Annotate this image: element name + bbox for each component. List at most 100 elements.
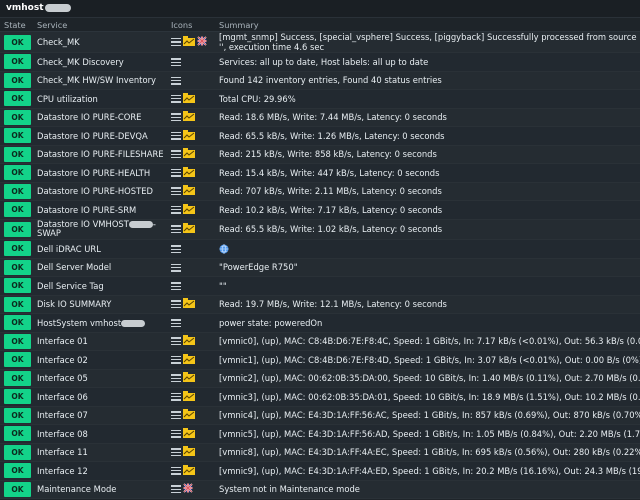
service-name[interactable]: Interface 12 [37, 466, 88, 476]
state-badge[interactable]: OK [4, 34, 31, 50]
service-name[interactable]: Datastore IO PURE-HEALTH [37, 168, 150, 178]
service-name[interactable]: Check_MK [37, 37, 80, 47]
service-row[interactable]: OK Interface 02 [vmnic1], (up), MAC: C8:4B… [0, 350, 640, 370]
globe-icon[interactable] [219, 244, 229, 254]
menu-icon[interactable] [171, 429, 181, 438]
service-name[interactable]: Interface 02 [37, 355, 88, 365]
menu-icon[interactable] [171, 94, 181, 103]
state-badge[interactable]: OK [4, 72, 31, 88]
service-row[interactable]: OK Check_MK Discovery Services: all up to … [0, 52, 640, 72]
pnp-graph-icon[interactable] [183, 148, 195, 160]
service-name[interactable]: Interface 05 [37, 373, 88, 383]
pnp-graph-icon[interactable] [183, 372, 195, 384]
menu-icon[interactable] [171, 282, 181, 291]
service-row[interactable]: OK Interface 12 [vmnic9], (up), MAC: E4:3D… [0, 461, 640, 481]
service-row[interactable]: OK Interface 08 [vmnic5], (up), MAC: E4:3D… [0, 424, 640, 444]
menu-icon[interactable] [171, 300, 181, 309]
menu-icon[interactable] [171, 263, 181, 272]
menu-icon[interactable] [171, 58, 181, 67]
state-badge[interactable]: OK [4, 333, 31, 349]
state-badge[interactable]: OK [4, 91, 31, 107]
pnp-graph-icon[interactable] [183, 427, 195, 440]
service-row[interactable]: OK Interface 01 [vmnic0], (up), MAC: C8:4B… [0, 332, 640, 351]
service-name[interactable]: HostSystem vmhost [37, 318, 121, 328]
menu-icon[interactable] [171, 355, 181, 364]
service-name[interactable]: Interface 08 [37, 429, 88, 439]
state-badge[interactable]: OK [4, 389, 31, 405]
state-badge[interactable]: OK [4, 183, 31, 199]
state-badge[interactable]: OK [4, 296, 31, 312]
pnp-graph-icon[interactable] [183, 446, 195, 458]
service-name[interactable]: Datastore IO PURE-CORE [37, 112, 141, 122]
menu-icon[interactable] [171, 168, 181, 177]
pnp-graph-icon[interactable] [183, 335, 195, 347]
menu-icon[interactable] [171, 131, 181, 140]
pnp-graph-icon[interactable] [183, 390, 195, 403]
state-badge[interactable]: OK [4, 315, 31, 331]
flag-icon[interactable] [197, 36, 207, 48]
service-row[interactable]: OK HostSystem vmhost power state: poweredO… [0, 313, 640, 333]
host-name[interactable]: vmhost [6, 3, 44, 13]
menu-icon[interactable] [171, 374, 181, 383]
state-badge[interactable]: OK [4, 128, 31, 144]
service-name[interactable]: Dell iDRAC URL [37, 244, 101, 254]
state-badge[interactable]: OK [4, 165, 31, 181]
service-row[interactable]: OK CPU utilization Total CPU: 29.96% [0, 89, 640, 109]
menu-icon[interactable] [171, 392, 181, 401]
menu-icon[interactable] [171, 205, 181, 214]
state-badge[interactable]: OK [4, 202, 31, 218]
service-name[interactable]: Interface 01 [37, 336, 88, 346]
menu-icon[interactable] [171, 337, 181, 346]
pnp-graph-icon[interactable] [183, 185, 195, 197]
service-row[interactable]: OK Interface 05 [vmnic2], (up), MAC: 00:62… [0, 369, 640, 388]
service-row[interactable]: OK Datastore IO PURE-DEVQA Read: 65.5 kB/s… [0, 126, 640, 146]
service-row[interactable]: OK Disk IO SUMMARY Read: 19.7 MB/s, Write:… [0, 295, 640, 314]
menu-icon[interactable] [171, 150, 181, 159]
menu-icon[interactable] [171, 76, 181, 85]
service-row[interactable]: OK Maintenance Mode System not in Maintena… [0, 480, 640, 499]
service-row[interactable]: OK Datastore IO PURE-CORE Read: 18.6 MB/s,… [0, 108, 640, 127]
menu-icon[interactable] [171, 411, 181, 420]
service-row[interactable]: OK Datastore IO PURE-SRM Read: 10.2 kB/s, … [0, 200, 640, 220]
pnp-graph-icon[interactable] [183, 464, 195, 477]
service-name[interactable]: Datastore IO PURE-DEVQA [37, 131, 148, 141]
service-row[interactable]: OK Check_MK [mgmt_snmp] Success, [special_… [0, 31, 640, 53]
service-row[interactable]: OK Interface 07 [vmnic4], (up), MAC: E4:3D… [0, 406, 640, 425]
service-name[interactable]: Dell Service Tag [37, 281, 104, 291]
menu-icon[interactable] [171, 466, 181, 475]
service-name[interactable]: Datastore IO PURE-FILESHARE [37, 149, 164, 159]
service-row[interactable]: OK Dell Server Model "PowerEdge R750" [0, 258, 640, 277]
state-badge[interactable]: OK [4, 109, 31, 125]
column-state[interactable]: State [0, 18, 33, 32]
state-badge[interactable]: OK [4, 54, 31, 70]
state-badge[interactable]: OK [4, 241, 31, 257]
state-badge[interactable]: OK [4, 278, 31, 294]
pnp-graph-icon[interactable] [183, 409, 195, 421]
menu-icon[interactable] [171, 38, 181, 46]
state-badge[interactable]: OK [4, 481, 31, 497]
service-row[interactable]: OK Datastore IO PURE-FILESHARE Read: 215 k… [0, 145, 640, 164]
column-service[interactable]: Service [33, 18, 167, 32]
service-name[interactable]: Interface 07 [37, 410, 88, 420]
pnp-graph-icon[interactable] [183, 36, 195, 48]
state-badge[interactable]: OK [4, 221, 31, 237]
service-name[interactable]: CPU utilization [37, 94, 98, 104]
service-row[interactable]: OK Interface 11 [vmnic8], (up), MAC: E4:3D… [0, 443, 640, 462]
service-row[interactable]: OK Datastore IO PURE-HOSTED Read: 707 kB/s… [0, 182, 640, 201]
state-badge[interactable]: OK [4, 146, 31, 162]
state-badge[interactable]: OK [4, 463, 31, 479]
state-badge[interactable]: OK [4, 352, 31, 368]
service-name[interactable]: Datastore IO PURE-HOSTED [37, 186, 153, 196]
menu-icon[interactable] [171, 113, 181, 122]
menu-icon[interactable] [171, 319, 181, 328]
column-summary[interactable]: Summary [215, 18, 640, 32]
menu-icon[interactable] [171, 485, 181, 494]
pnp-graph-icon[interactable] [183, 129, 195, 142]
service-name[interactable]: Check_MK HW/SW Inventory [37, 75, 156, 85]
pnp-graph-icon[interactable] [183, 298, 195, 310]
state-badge[interactable]: OK [4, 426, 31, 442]
menu-icon[interactable] [171, 187, 181, 196]
service-name[interactable]: Interface 06 [37, 392, 88, 402]
pnp-graph-icon[interactable] [183, 92, 195, 105]
pnp-graph-icon[interactable] [183, 223, 195, 235]
